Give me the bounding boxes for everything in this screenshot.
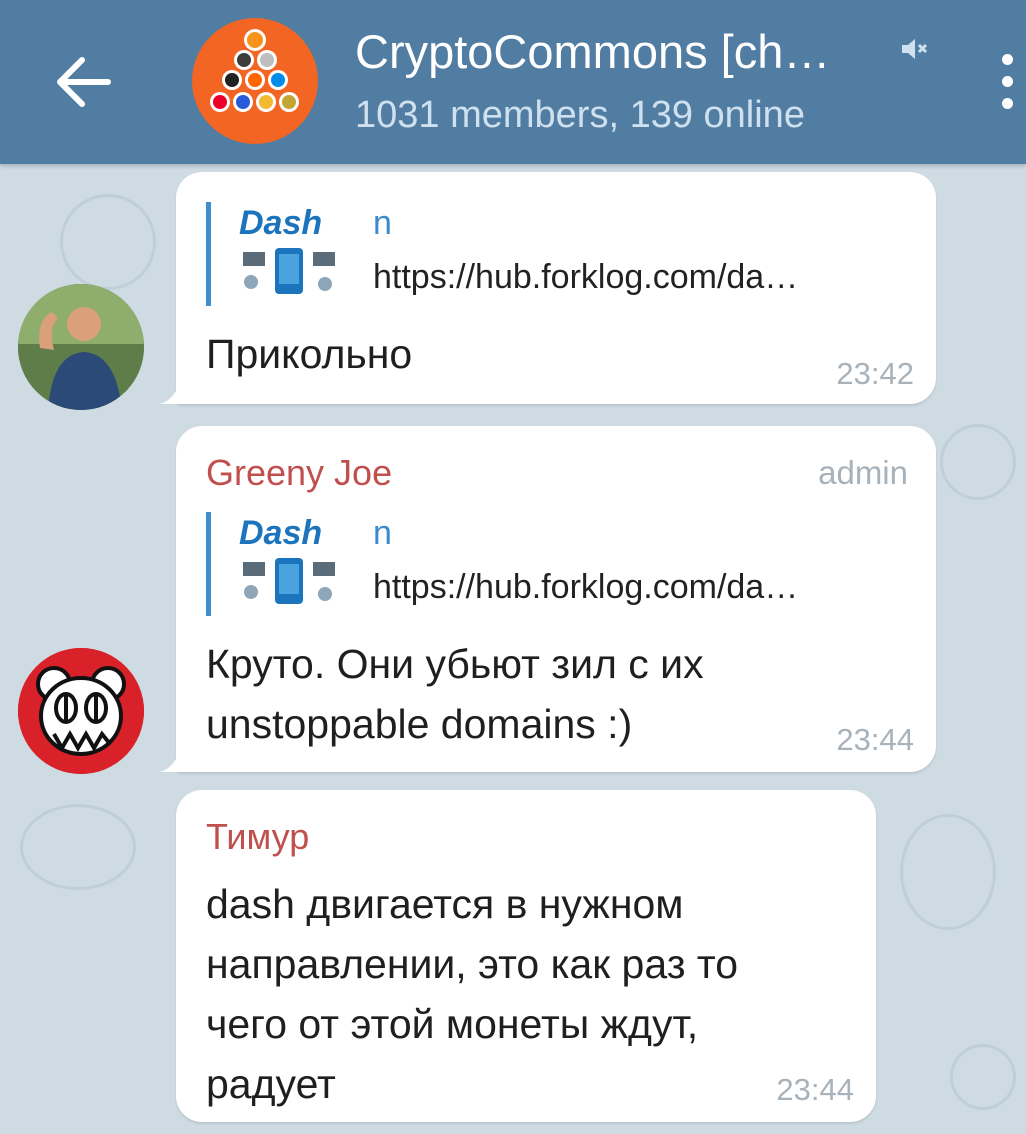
- user-avatar[interactable]: [18, 648, 144, 774]
- message-bubble[interactable]: Dash n https://hub.forklog.com/da… Прико…: [160, 172, 936, 404]
- reply-text: https://hub.forklog.com/da…: [373, 568, 799, 606]
- dash-logo-text: Dash: [239, 514, 322, 552]
- muted-icon: [898, 34, 928, 64]
- reply-sender: n: [373, 514, 392, 552]
- more-vert-icon[interactable]: [990, 52, 1026, 112]
- chat-header: CryptoCommons [ch… 1031 members, 139 onl…: [0, 0, 1026, 164]
- message-bubble[interactable]: Тимур dash двигается в нужном направлени…: [176, 790, 876, 1122]
- message-text: Прикольно: [206, 331, 413, 377]
- reply-preview[interactable]: Dash n https://hub.forklog.com/da…: [206, 512, 798, 616]
- dash-logo-text: Dash: [239, 204, 322, 242]
- back-arrow-icon[interactable]: [48, 46, 120, 118]
- message-text: dash двигается в нужном направлении, это…: [206, 881, 738, 1107]
- message-time: 23:44: [776, 1072, 854, 1107]
- group-avatar[interactable]: [192, 18, 318, 144]
- sender-name[interactable]: Тимур: [206, 816, 309, 858]
- reply-sender: n: [373, 204, 392, 242]
- chat-subtitle: 1031 members, 139 online: [355, 94, 805, 136]
- dash-thumbnail-icon: Dash: [235, 204, 345, 300]
- user-avatar[interactable]: [18, 284, 144, 410]
- message-bubble[interactable]: Greeny Joe admin Dash n https://hub.fork…: [160, 426, 936, 772]
- message-time: 23:42: [836, 356, 914, 391]
- reply-text: https://hub.forklog.com/da…: [373, 258, 799, 296]
- reply-preview[interactable]: Dash n https://hub.forklog.com/da…: [206, 202, 798, 306]
- message-text: Круто. Они убьют зил с их unstoppable do…: [206, 641, 704, 747]
- sender-name[interactable]: Greeny Joe: [206, 452, 392, 494]
- dash-thumbnail-icon: Dash: [235, 514, 345, 610]
- admin-badge: admin: [818, 454, 908, 491]
- message-time: 23:44: [836, 722, 914, 757]
- chat-title[interactable]: CryptoCommons [ch…: [355, 24, 830, 79]
